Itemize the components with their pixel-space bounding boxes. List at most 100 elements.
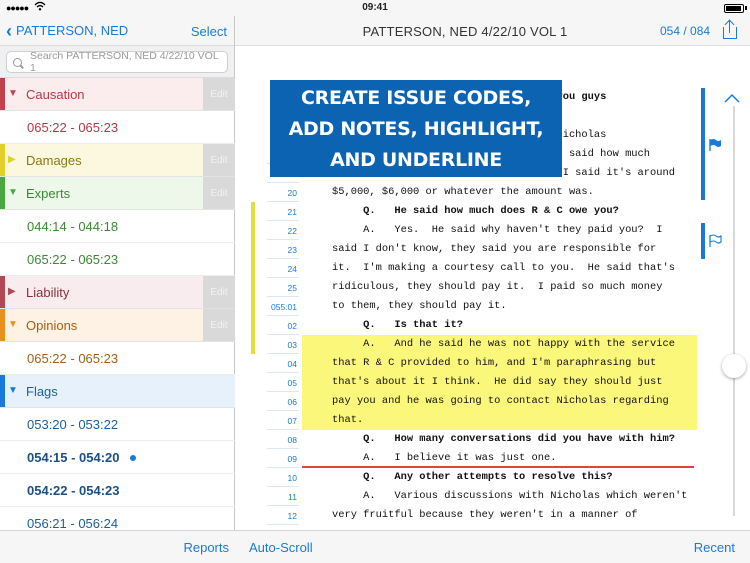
transcript-line[interactable]: 08 Q. How many conversations did you hav… [235,430,750,449]
transcript-line[interactable]: 06 pay you and he was going to contact Ni… [235,392,750,411]
note-dot-icon [130,455,136,461]
issue-list: ▼ Causation Edit 065:22 - 065:23 ▶ Damages Edi… [0,78,235,540]
line-number: 05 [267,373,299,392]
transcript-line[interactable]: 05 that's about it I think. He did say th… [235,373,750,392]
issue-range-item[interactable]: 065:22 - 065:23 [0,342,235,375]
right-nav-bar: PATTERSON, NED 4/22/10 VOL 1 054 / 084 [235,16,750,46]
transcript-line[interactable]: 23 said I don't know, they said you are r… [235,240,750,259]
issues-panel: ‹ PATTERSON, NED Select Search PATTERSON… [0,16,235,563]
left-toolbar: Reports [0,530,235,563]
scroll-rail[interactable] [733,106,735,516]
disclosure-triangle-icon[interactable]: ▶ [8,154,16,165]
flag-filled-icon[interactable] [708,138,722,152]
issue-category-row[interactable]: ▼ Opinions Edit [0,309,235,342]
issue-range-item[interactable]: 054:22 - 054:23 [0,474,235,507]
reports-button[interactable]: Reports [183,540,229,555]
recent-button[interactable]: Recent [694,540,735,555]
line-text: that R & C provided to him, and I'm para… [332,357,657,369]
line-text: that. [332,414,364,426]
line-text: said I don't know, they said you are res… [332,243,657,255]
edit-button[interactable]: Edit [203,144,235,176]
line-text: $5,000, $6,000 or whatever the amount wa… [332,186,594,198]
edit-button[interactable]: Edit [203,78,235,110]
transcript-line[interactable]: 25 ridiculous, they should pay it. I paid… [235,278,750,297]
edit-button[interactable]: Edit [203,177,235,209]
page-line-range: 054:15 - 054:20 [27,450,120,465]
disclosure-triangle-icon[interactable]: ▼ [8,319,18,330]
flag-outline-icon[interactable] [708,234,722,248]
page-line-range: 065:22 - 065:23 [27,120,119,135]
back-button[interactable]: ‹ PATTERSON, NED [6,20,129,41]
search-icon [13,57,22,67]
issue-category-row[interactable]: ▼ Experts Edit [0,177,235,210]
overlay-line: ADD NOTES, HIGHLIGHT, [288,118,544,140]
issue-category-name: Experts [26,186,71,201]
share-icon[interactable] [723,19,737,39]
transcript-view[interactable]: you guys Nicholas18Richards to try to co… [235,46,750,530]
transcript-line[interactable]: 20 $5,000, $6,000 or whatever the amount … [235,183,750,202]
issue-category-name: Opinions [26,318,78,333]
line-number: 09 [267,449,299,468]
line-number: 02 [267,316,299,335]
line-number: 22 [267,221,299,240]
issue-category-row[interactable]: ▶ Liability Edit [0,276,235,309]
search-input[interactable]: Search PATTERSON, NED 4/22/10 VOL 1 [6,50,228,74]
search-placeholder: Search PATTERSON, NED 4/22/10 VOL 1 [30,50,219,74]
line-number: 06 [267,392,299,411]
disclosure-triangle-icon[interactable]: ▼ [8,385,18,396]
issue-color-bar [0,78,5,110]
disclosure-triangle-icon[interactable]: ▼ [8,88,18,99]
line-text: A. I believe it was just one. [332,452,557,464]
issue-range-item[interactable]: 065:22 - 065:23 [0,243,235,276]
transcript-line[interactable]: 11 A. Various discussions with Nicholas … [235,487,750,506]
issue-category-name: Flags [26,384,58,399]
transcript-line[interactable]: 21 Q. He said how much does R & C owe yo… [235,202,750,221]
edit-button[interactable]: Edit [203,276,235,308]
page-line-range: 044:14 - 044:18 [27,219,119,234]
scroll-thumb[interactable] [722,354,746,378]
edit-button[interactable]: Edit [203,309,235,341]
transcript-line[interactable]: 07 that. [235,411,750,430]
page-line-range: 054:22 - 054:23 [27,483,120,498]
issue-category-row[interactable]: ▶ Damages Edit [0,144,235,177]
line-text: that's about it I think. He did say they… [332,376,663,388]
transcript-line[interactable]: 04 that R & C provided to him, and I'm pa… [235,354,750,373]
line-text: ridiculous, they should pay it. I paid s… [332,281,663,293]
transcript-line[interactable]: 03 A. And he said he was not happy with … [235,335,750,354]
auto-scroll-button[interactable]: Auto-Scroll [249,540,313,555]
page-line-range: 065:22 - 065:23 [27,351,119,366]
page-line-range: 065:22 - 065:23 [27,252,119,267]
line-text: very fruitful because they weren't in a … [332,509,638,521]
issue-range-item[interactable]: 054:15 - 054:20 [0,441,235,474]
transcript-line[interactable]: 12 very fruitful because they weren't in … [235,506,750,525]
issue-category-row[interactable]: ▼ Causation Edit [0,78,235,111]
transcript-line[interactable]: 24 it. I'm making a courtesy call to you.… [235,259,750,278]
issue-color-bar [0,276,5,308]
flag-range-bar[interactable] [701,88,705,200]
transcript-line[interactable]: 22 A. Yes. He said why haven't they paid… [235,221,750,240]
back-label: PATTERSON, NED [16,23,129,38]
issue-range-item[interactable]: 053:20 - 053:22 [0,408,235,441]
line-number: 20 [267,183,299,202]
transcript-line[interactable]: 055:01 to them, they should pay it. [235,297,750,316]
line-number: 12 [267,506,299,525]
overlay-line: CREATE ISSUE CODES, [301,87,531,109]
issue-category-row[interactable]: ▼ Flags [0,375,235,408]
chevron-left-icon: ‹ [6,20,12,41]
select-button[interactable]: Select [191,24,227,39]
issue-category-name: Causation [26,87,85,102]
line-number: 08 [267,430,299,449]
chevron-up-icon[interactable] [723,90,741,108]
line-number: 10 [267,468,299,487]
issue-color-bar [0,309,5,341]
page-counter[interactable]: 054 / 084 [660,24,710,38]
flag-range-bar[interactable] [701,223,705,259]
transcript-line[interactable]: 02 Q. Is that it? [235,316,750,335]
issue-range-item[interactable]: 065:22 - 065:23 [0,111,235,144]
transcript-line[interactable]: 10 Q. Any other attempts to resolve this… [235,468,750,487]
line-number: 23 [267,240,299,259]
underline-mark[interactable] [302,466,694,468]
issue-range-item[interactable]: 044:14 - 044:18 [0,210,235,243]
disclosure-triangle-icon[interactable]: ▶ [8,286,16,297]
disclosure-triangle-icon[interactable]: ▼ [8,187,18,198]
